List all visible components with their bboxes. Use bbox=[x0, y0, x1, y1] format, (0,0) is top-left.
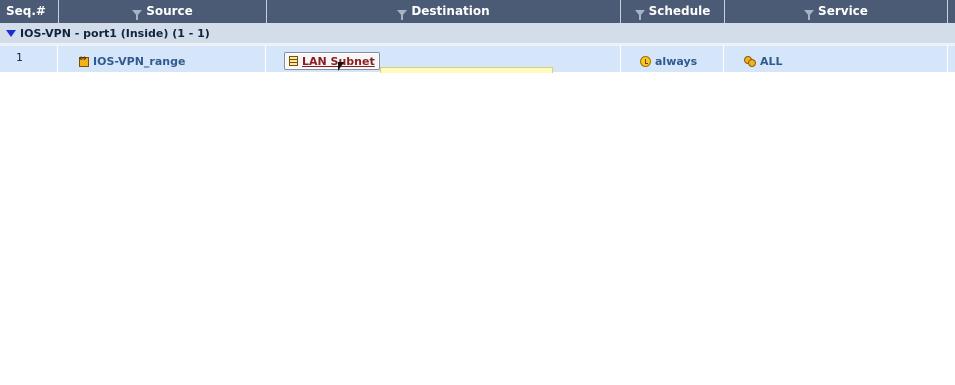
column-header-extra bbox=[948, 0, 955, 23]
cell-source: IOS-VPN_range bbox=[58, 46, 266, 72]
source-object[interactable]: IOS-VPN_range bbox=[79, 54, 186, 68]
column-header-destination[interactable]: Destination bbox=[267, 0, 621, 23]
filter-icon[interactable] bbox=[804, 9, 815, 20]
service-icon bbox=[744, 56, 756, 67]
clock-icon bbox=[640, 56, 651, 67]
cell-service: ALL bbox=[724, 46, 948, 72]
policy-group-label: IOS-VPN - port1 (Inside) (1 - 1) bbox=[20, 26, 210, 40]
mouse-cursor-icon bbox=[338, 62, 344, 71]
column-header-label: Destination bbox=[411, 4, 490, 18]
column-header-label: Schedule bbox=[648, 4, 711, 18]
cell-schedule: always bbox=[621, 46, 724, 72]
tooltip-popup bbox=[380, 67, 553, 73]
column-header-service[interactable]: Service bbox=[725, 0, 948, 23]
schedule-label: always bbox=[655, 55, 698, 68]
source-label: IOS-VPN_range bbox=[93, 55, 186, 68]
column-header-label: Seq.# bbox=[6, 4, 46, 18]
collapse-triangle-icon[interactable] bbox=[6, 29, 16, 37]
service-object[interactable]: ALL bbox=[744, 55, 783, 68]
filter-icon[interactable] bbox=[397, 9, 408, 20]
column-header-schedule[interactable]: Schedule bbox=[621, 0, 725, 23]
column-header-label: Source bbox=[146, 4, 193, 18]
filter-icon[interactable] bbox=[634, 9, 645, 20]
filter-icon[interactable] bbox=[132, 9, 143, 20]
column-header-source[interactable]: Source bbox=[59, 0, 267, 23]
cell-seq: 1 bbox=[0, 46, 58, 72]
destination-object[interactable]: LAN Subnet bbox=[284, 52, 380, 70]
seq-number: 1 bbox=[16, 51, 23, 64]
schedule-object[interactable]: always bbox=[640, 55, 697, 68]
column-header-seq[interactable]: Seq.# bbox=[0, 0, 59, 23]
service-label: ALL bbox=[760, 55, 783, 68]
address-range-icon bbox=[79, 54, 89, 67]
policy-group-row[interactable]: IOS-VPN - port1 (Inside) (1 - 1) bbox=[0, 23, 955, 43]
table-header: Seq.# Source Destination Schedule Servic… bbox=[0, 0, 955, 23]
address-group-icon bbox=[289, 56, 298, 66]
column-header-label: Service bbox=[818, 4, 868, 18]
